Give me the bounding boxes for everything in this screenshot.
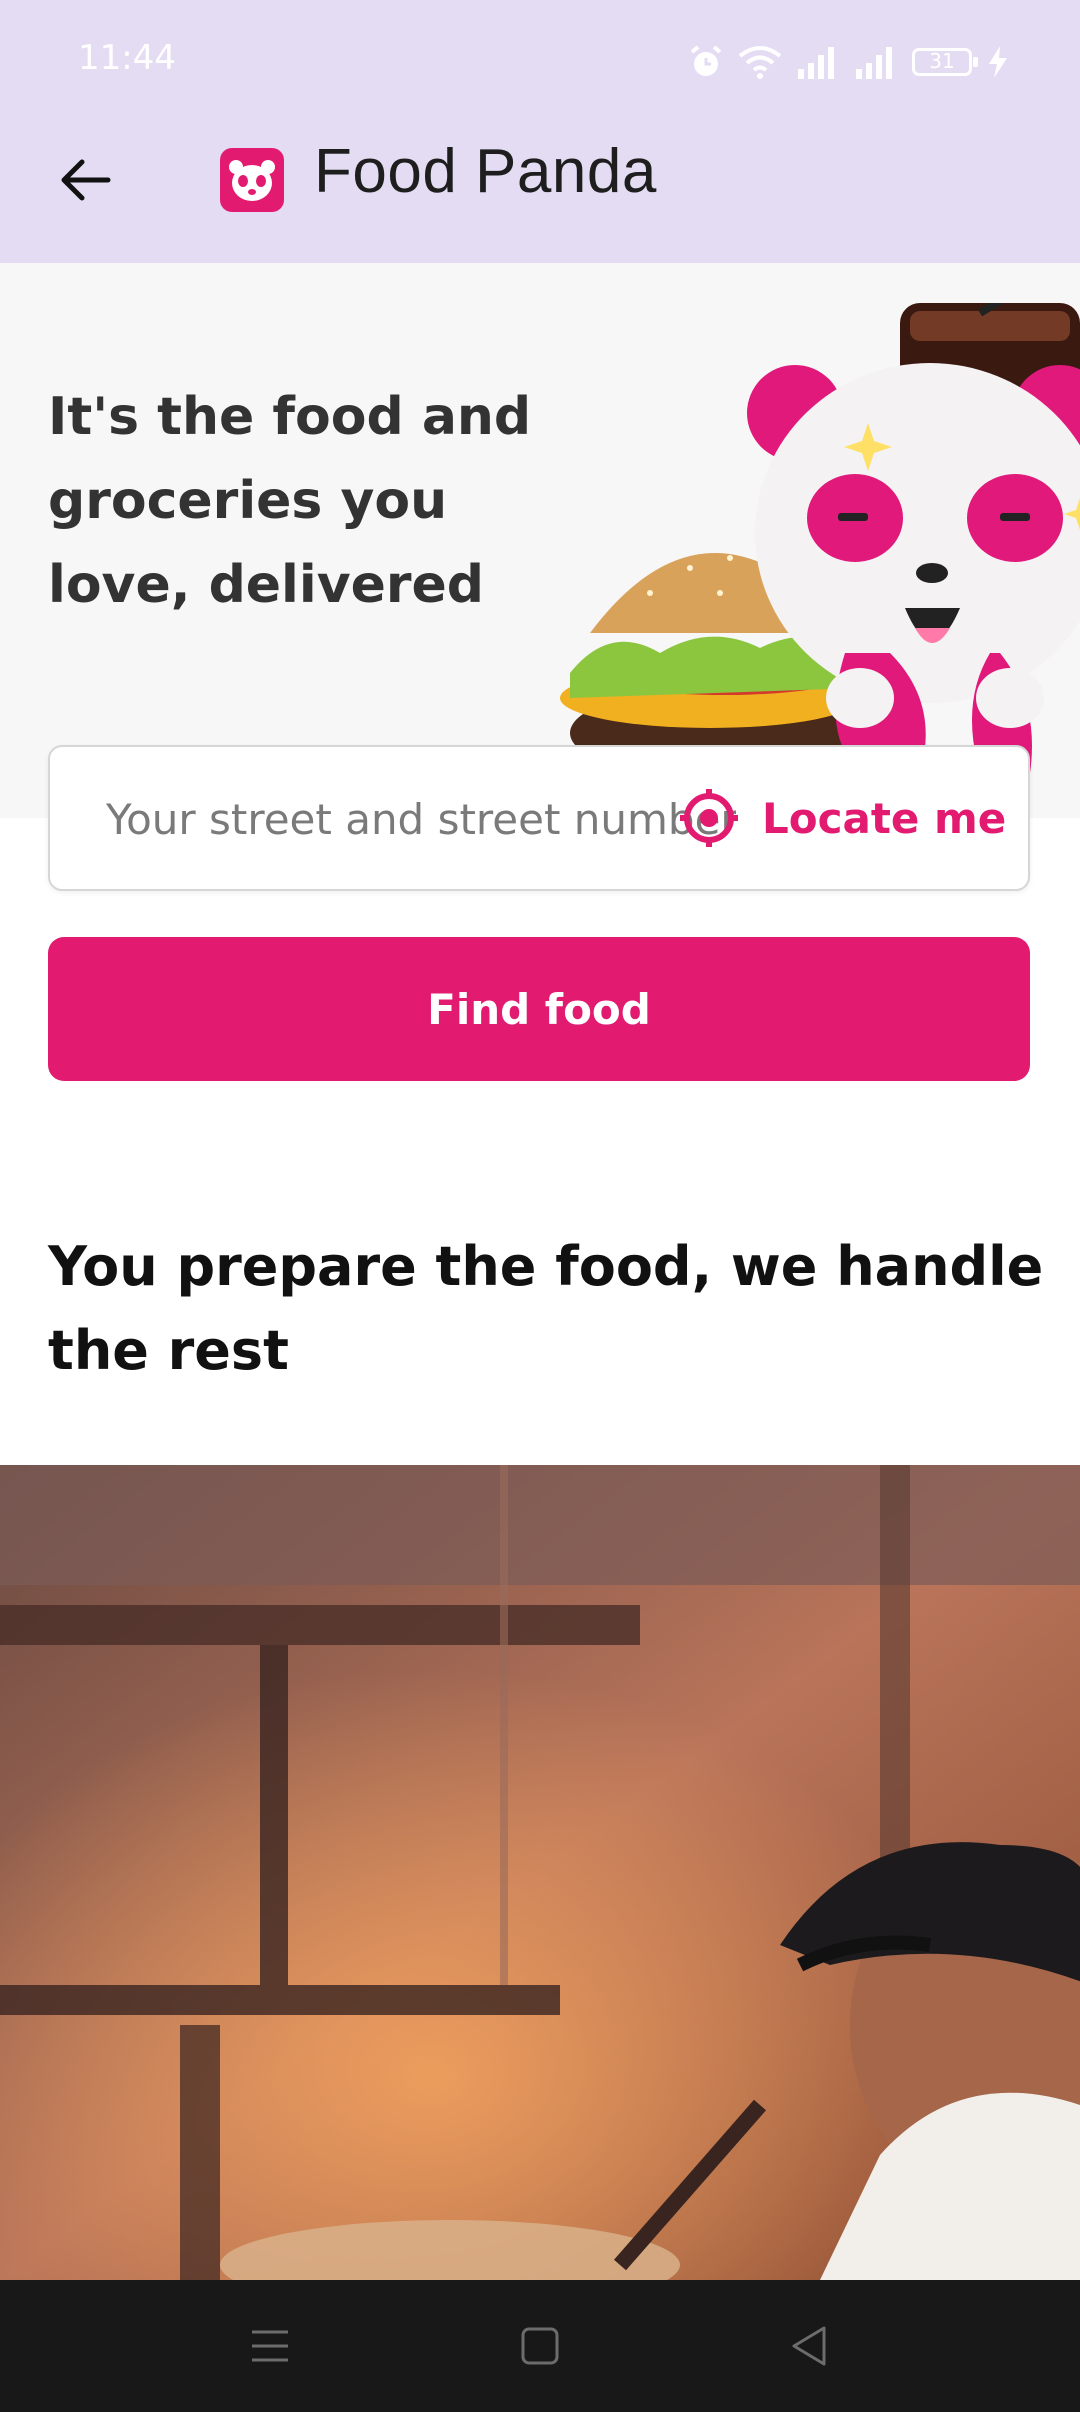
- charging-icon: [989, 46, 1007, 78]
- hero-banner: It's the food and groceries you love, de…: [0, 263, 1080, 818]
- back-button[interactable]: [40, 140, 130, 220]
- arrow-left-icon: [61, 159, 111, 201]
- foodpanda-logo-icon: [220, 148, 284, 212]
- app-title: Food Panda: [314, 137, 657, 206]
- home-square-icon[interactable]: [514, 2320, 566, 2372]
- locate-me-label: Locate me: [762, 793, 1007, 843]
- signal-icon: [856, 47, 892, 79]
- chef-kitchen-illustration: [0, 1465, 1080, 2280]
- crosshair-target-icon: [680, 789, 738, 847]
- battery-level: 31: [929, 49, 955, 73]
- kitchen-photo: [0, 1465, 1080, 2280]
- status-time: 11:44: [78, 38, 176, 78]
- find-food-label: Find food: [427, 984, 651, 1034]
- find-food-button[interactable]: Find food: [48, 937, 1030, 1081]
- signal-icon: [798, 47, 834, 79]
- back-triangle-icon[interactable]: [784, 2320, 836, 2372]
- hero-headline: It's the food and groceries you love, de…: [48, 387, 532, 615]
- top-bar: 11:44 31 Food Panda: [0, 0, 1080, 263]
- status-icons: 31: [688, 40, 1010, 84]
- locate-me-button[interactable]: Locate me: [678, 747, 1030, 889]
- address-field: Locate me: [48, 745, 1030, 891]
- system-nav-bar: [0, 2280, 1080, 2412]
- section-heading: You prepare the food, we handle the rest: [48, 1235, 1044, 1382]
- hero-illustration: [560, 303, 1080, 778]
- wifi-icon: [738, 46, 782, 79]
- alarm-icon: [690, 45, 722, 76]
- menu-icon[interactable]: [244, 2320, 296, 2372]
- battery-icon: 31: [912, 48, 978, 76]
- address-input[interactable]: [104, 747, 738, 891]
